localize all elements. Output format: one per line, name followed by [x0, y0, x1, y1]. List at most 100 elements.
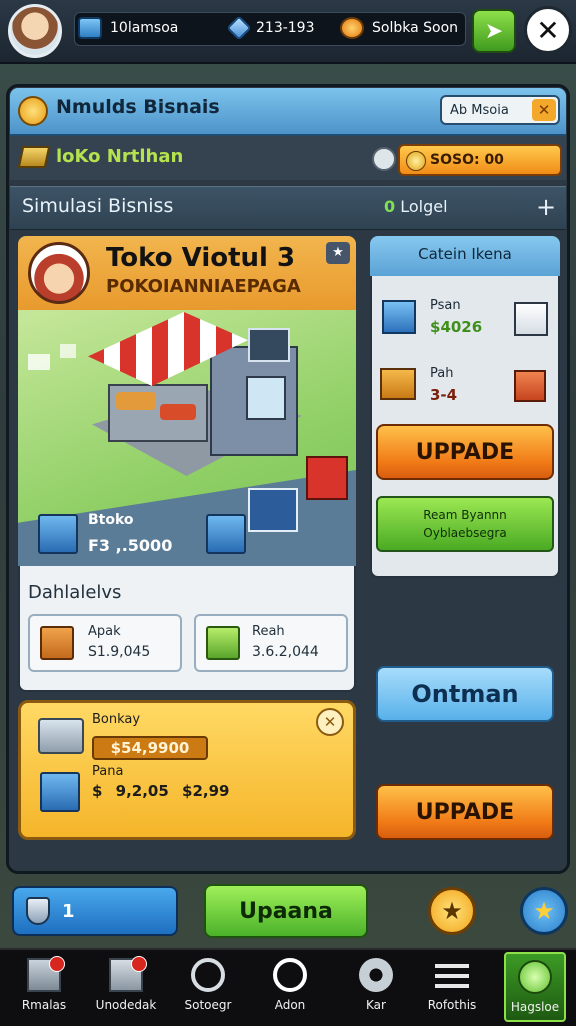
shopkeeper-avatar — [28, 242, 90, 304]
sky-action-button[interactable]: Ontman — [376, 666, 554, 722]
item-value: $4026 — [430, 318, 483, 336]
coin-icon — [406, 151, 426, 171]
nav-item-unodedak[interactable]: Unodedak — [90, 952, 162, 1022]
update-button[interactable]: Upaana — [204, 884, 368, 938]
nav-label: Rmalas — [21, 998, 67, 1012]
item-label: Psan — [430, 298, 461, 313]
warehouse-icon — [109, 956, 147, 992]
nav-item-hagsloe[interactable]: Hagsloe — [504, 952, 566, 1022]
settings-icon[interactable] — [372, 147, 396, 171]
nav-item-adon[interactable]: Adon — [254, 952, 326, 1022]
resource-crate: 10lamsoa — [78, 12, 178, 44]
nav-label: Unodedak — [95, 998, 157, 1012]
level-value: 1 — [62, 900, 75, 922]
stock-value: F3 ,.5000 — [88, 536, 173, 555]
stock-box-icon — [206, 514, 246, 554]
section-title: Simulasi Bisniss — [22, 195, 174, 217]
item-box-icon — [514, 302, 548, 336]
shop-subname: POKOIANNIAEPAGA — [106, 276, 301, 297]
star-button[interactable]: ★ — [428, 887, 476, 935]
coin-pill-value: SOSO: 00 — [430, 152, 504, 168]
income-money: $54,9900 — [92, 736, 208, 760]
upgrade-button[interactable]: UPPADE — [376, 424, 554, 480]
level-button[interactable]: 1 — [12, 886, 178, 936]
stat-value: S1.9,045 — [88, 644, 151, 660]
income-value-2: $2,99 — [182, 782, 230, 800]
search-icon — [273, 958, 307, 992]
goods-crate — [160, 404, 196, 420]
shop-name: Toko Viotul 3 — [106, 243, 296, 273]
star-icon: ★ — [441, 897, 463, 925]
nav-label: Adon — [274, 998, 306, 1012]
nav-item-sotoegr[interactable]: Sotoegr — [172, 952, 244, 1022]
player-avatar[interactable] — [8, 4, 62, 58]
nav-label: Hagsloe — [510, 1000, 560, 1014]
green-action-button[interactable]: Ream Byannn Oyblaebsegra — [376, 496, 554, 552]
close-button[interactable]: ✕ — [524, 6, 572, 54]
close-small-icon[interactable]: ✕ — [532, 99, 556, 121]
stock-box-icon — [38, 514, 78, 554]
status-label: Lolgel — [400, 197, 448, 216]
crate-icon — [78, 17, 102, 39]
vending-machine — [306, 456, 348, 500]
status-text: 0 Lolgel — [384, 197, 448, 216]
building-icon — [27, 956, 65, 992]
crate-icon — [206, 626, 240, 660]
sliders-icon — [435, 958, 469, 992]
download-icon — [518, 960, 552, 994]
notification-badge — [49, 956, 65, 972]
star-icon: ★ — [533, 897, 555, 925]
table-icon — [28, 354, 50, 370]
status-count: 0 — [384, 197, 396, 216]
header-toggle-button[interactable]: Ab Msoia ✕ — [440, 95, 560, 125]
item-box-icon — [514, 370, 546, 402]
star-button-blue[interactable]: ★ — [520, 887, 568, 935]
coin-bag-icon — [340, 17, 364, 39]
items-card-title: Catein Ikena — [418, 245, 512, 263]
dollar-icon: $ — [430, 318, 441, 336]
cart-icon — [38, 718, 84, 754]
item-box-icon — [382, 300, 416, 334]
income-label-2: Pana — [92, 764, 124, 779]
coin-icon — [18, 96, 48, 126]
notification-badge — [131, 956, 147, 972]
close-icon: ✕ — [536, 13, 560, 47]
shield-icon — [26, 897, 50, 925]
shop-subtitle: loKo Nrtlhan — [56, 146, 184, 167]
shop-window — [246, 376, 286, 420]
stock-label: Btoko — [88, 512, 134, 528]
income-values: $ 9,2,05 $2,99 — [92, 782, 230, 800]
add-icon[interactable]: + — [536, 193, 556, 221]
upgrade-button-2[interactable]: UPPADE — [376, 784, 554, 840]
stock-box-icon — [40, 772, 80, 812]
signboard — [248, 488, 298, 532]
magnifier-icon — [191, 958, 225, 992]
coin-pill[interactable]: SOSO: 00 — [398, 144, 562, 176]
resource-coin: Solbka Soon — [340, 12, 458, 44]
goods-crate — [116, 392, 156, 410]
nav-label: Sotoegr — [184, 998, 232, 1012]
leaf-arrow-icon: ➤ — [484, 18, 504, 44]
nav-item-kar[interactable]: Kar — [340, 952, 412, 1022]
resource-coin-value: Solbka Soon — [372, 20, 459, 36]
resource-gem-value: 213-193 — [256, 20, 315, 36]
stat-value: 3.6.2,044 — [252, 644, 319, 660]
panel-title: Nmulds Bisnais — [56, 96, 220, 118]
stat-label: Apak — [88, 624, 121, 639]
shop-sign — [248, 328, 290, 362]
resource-gem: 213-193 — [226, 12, 315, 44]
nav-item-rmalas[interactable]: Rmalas — [8, 952, 80, 1022]
income-value-1: $ 9,2,05 — [92, 782, 169, 800]
item-box-icon — [380, 368, 416, 400]
income-label: Bonkay — [92, 712, 141, 727]
crate-icon — [40, 626, 74, 660]
share-button[interactable]: ➤ — [472, 9, 516, 53]
favorite-icon[interactable]: ★ — [326, 242, 350, 264]
close-icon[interactable]: ✕ — [316, 708, 344, 736]
header-toggle-label: Ab Msoia — [450, 102, 509, 118]
money-stack-icon — [17, 146, 51, 168]
green-action-line1: Ream Byannn — [423, 508, 507, 522]
nav-item-rofothis[interactable]: Rofothis — [416, 952, 488, 1022]
green-action-line2: Oyblaebsegra — [423, 526, 507, 540]
stat-label: Reah — [252, 624, 285, 639]
